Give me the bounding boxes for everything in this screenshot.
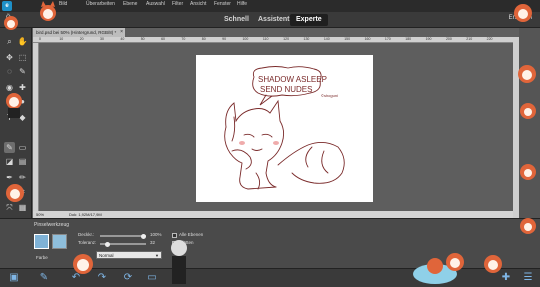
eraser-tool-icon[interactable]: ▭ [17,142,28,153]
hand-tool-icon[interactable]: ✋ [17,36,28,47]
ruler-tick-label: 200 [445,37,452,41]
tool-options-title: Pinselwerkzeug [34,222,70,228]
fox-sticker-image [6,184,24,202]
zoom-readout[interactable]: 50% [36,211,44,218]
ruler-tick-label: 80 [201,37,206,41]
ruler-tick-label: 190 [425,37,432,41]
ruler-tick-label: 60 [161,37,165,41]
fox-sticker-image [6,93,22,118]
document-canvas[interactable]: SHADOW ASLEEP SEND NUDES ©shoguni [196,55,373,202]
ruler-tick-label: 30 [100,37,104,41]
ruler-tick-label: 90 [222,37,227,41]
ruler-tick-label: 50 [140,37,145,41]
ruler-tick-label: 10 [59,37,64,41]
gradient-tool-icon[interactable]: ▤ [17,156,28,167]
ruler-tick-label: 0 [39,37,41,41]
tolerance-slider-knob[interactable] [104,241,110,247]
fox-sticker-image [446,253,464,271]
fox-sticker-image [484,255,502,273]
menu-fenster[interactable]: Fenster [214,1,231,7]
menu-ebene[interactable]: Ebene [123,1,137,7]
opacity-slider[interactable] [100,233,146,239]
status-bar: 50% Dok: 1,92M/17,9M [33,211,513,218]
ruler-tick-label: 120 [283,37,290,41]
menu-filter[interactable]: Filter [172,1,183,7]
tolerance-label: Toleranz: [78,240,97,245]
ruler-tick-label: 220 [486,37,493,41]
menu-ueberarbeiten[interactable]: Überarbeiten [86,1,115,7]
blend-mode-value: Normal [99,253,114,258]
marquee-tool-icon[interactable]: ⬚ [17,52,28,63]
document-tab[interactable]: bird.psd bei 50% (Hintergrund, RGB/8) * … [33,28,125,37]
mode-quick-tab[interactable]: Schnell [218,14,255,26]
app-logo-icon[interactable]: e [2,1,12,11]
ruler-tick-label: 170 [384,37,391,41]
opacity-slider-knob[interactable] [141,233,146,239]
signature: ©shoguni [321,93,338,98]
opacity-value[interactable]: 100% [150,232,162,237]
chevron-down-icon: ▼ [155,253,159,258]
sketch-artwork: SHADOW ASLEEP SEND NUDES ©shoguni [224,66,345,190]
all-layers-label: Alle Ebenen [179,232,204,237]
menu-hilfe[interactable]: Hilfe [237,1,247,7]
speech-line-1: SHADOW ASLEEP [258,75,327,84]
character-sticker-image [171,240,187,284]
fox-sticker-image [40,1,56,21]
move-tool-icon[interactable]: ✥ [4,52,15,63]
rotate-icon[interactable]: ⟳ [122,272,134,284]
document-tab-title: bird.psd bei 50% (Hintergrund, RGB/8) * [36,30,117,35]
blend-mode-select[interactable]: Normal ▼ [96,251,162,259]
ruler-tick-label: 160 [364,37,371,41]
ruler-tick-label: 110 [262,37,269,41]
speech-line-2: SEND NUDES [260,85,312,94]
brush-tool-icon[interactable]: ✎ [4,142,15,153]
ruler-tick-label: 130 [303,37,310,41]
tool-options-icon[interactable]: ✎ [38,272,50,284]
menu-bar: e Bild Überarbeiten Ebene Auswahl Filter… [0,0,540,12]
ruler-tick-label: 210 [466,37,473,41]
layout-icon[interactable]: ▭ [146,272,158,284]
ruler-tick-label: 180 [405,37,412,41]
ruler-tick-label: 20 [79,37,84,41]
menu-bild[interactable]: Bild [59,1,67,7]
fox-sticker-image [4,16,18,30]
tolerance-slider[interactable] [100,241,146,247]
fill-label: Farbe [36,255,48,260]
ruler-tick-label: 150 [344,37,351,41]
fox-sticker-image [73,254,93,274]
mode-bar: Ö Schnell Assistent Experte Erstellen [0,12,540,28]
ruler-tick-label: 140 [323,37,330,41]
fox-sticker-image [520,103,536,119]
fox-sticker-image [520,164,536,180]
menu-auswahl[interactable]: Auswahl [146,1,165,7]
fox-sticker-image [514,4,532,22]
close-icon[interactable]: × [120,28,123,37]
fill-mode-pattern-button[interactable] [52,234,67,249]
opacity-label: Deckkr.: [78,232,95,237]
fox-sticker-image [520,218,536,234]
menu-ansicht[interactable]: Ansicht [190,1,206,7]
ruler-tick-label: 40 [120,37,125,41]
more-icon[interactable]: ☰ [522,272,534,284]
tolerance-value[interactable]: 32 [150,240,155,245]
paint-bucket-tool-icon[interactable]: ◪ [4,156,15,167]
photo-bin-icon[interactable]: ▣ [8,272,20,284]
ruler-tick-label: 100 [242,37,249,41]
mode-guided-tab[interactable]: Assistent [252,14,296,26]
lasso-tool-icon[interactable]: ◌ [4,66,15,77]
ruler-tick-label: 70 [181,37,186,41]
fill-mode-foreground-button[interactable] [34,234,49,249]
mode-expert-tab[interactable]: Experte [290,14,328,26]
fox-sticker-image [518,65,536,83]
zoom-tool-icon[interactable]: ⌕ [4,36,15,47]
quick-select-tool-icon[interactable]: ✎ [17,66,28,77]
document-info: Dok: 1,92M/17,9M [69,212,102,217]
